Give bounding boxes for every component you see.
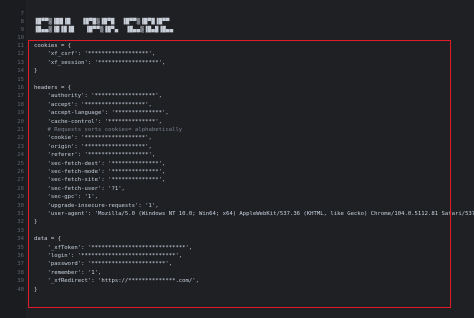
line-number: 36 xyxy=(17,253,24,259)
code-editor[interactable]: 7 ▐█▀▀▒▐██▐█ ▐█▀█▒▐█▀█ ▐█▀▀▒▐█▀█▐█▀▀ 8 ▐… xyxy=(0,0,474,318)
line-number: 13 xyxy=(17,59,24,66)
line-number: 12 xyxy=(17,51,24,58)
line-number: 11 xyxy=(17,43,24,49)
line-number: 17 xyxy=(17,93,24,100)
code-line: 10 xyxy=(0,26,474,41)
line-number: 21 xyxy=(17,127,24,133)
code-line: 8 ▐█▄▄▒▐█▐█▐█ ▐█▀▀▒▐█▀▄ ▐█▄▄▒▐█▄█▐█▄▄ xyxy=(0,10,474,33)
line-number: 28 xyxy=(17,185,24,192)
code-line: 7 ▐█▀▀▒▐██▐█ ▐█▀█▒▐█▀█ ▐█▀▀▒▐█▀█▐█▀▀ xyxy=(0,2,474,25)
line-number: 19 xyxy=(17,110,24,117)
line-number: 10 xyxy=(17,35,24,41)
line-number: 38 xyxy=(17,269,24,276)
line-number: 15 xyxy=(17,76,24,83)
line-number: 23 xyxy=(17,143,24,150)
line-number: 22 xyxy=(17,135,24,142)
line-number: 26 xyxy=(17,169,24,175)
line-number: 27 xyxy=(17,177,24,184)
line-number: 20 xyxy=(17,118,24,125)
line-number: 29 xyxy=(17,194,24,201)
line-number: 31 xyxy=(17,211,24,217)
line-number: 32 xyxy=(17,219,24,226)
line-number: 18 xyxy=(17,101,24,108)
line-number: 39 xyxy=(17,278,24,285)
line-number: 34 xyxy=(17,236,24,243)
line-number: 33 xyxy=(17,227,24,234)
line-number: 25 xyxy=(17,160,24,167)
line-number: 30 xyxy=(17,202,24,209)
line-number: 40 xyxy=(17,286,24,293)
line-number: 16 xyxy=(17,85,24,91)
line-number: 35 xyxy=(17,244,24,251)
line-number: 24 xyxy=(17,152,24,159)
line-number: 14 xyxy=(17,68,24,75)
line-number: 37 xyxy=(17,261,24,268)
highlight-box xyxy=(28,40,451,308)
code-line: 9 xyxy=(0,18,474,33)
